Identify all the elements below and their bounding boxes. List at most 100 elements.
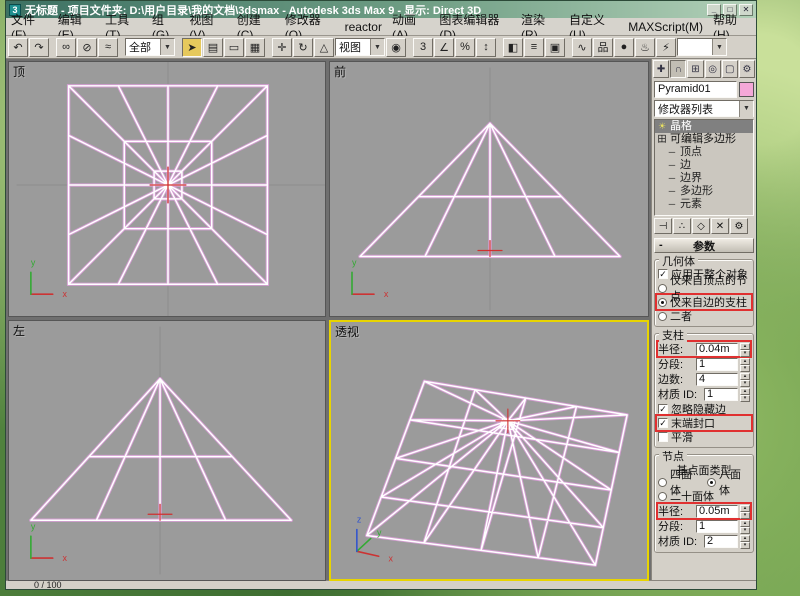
stack-item-6[interactable]: ─ 元素: [655, 198, 753, 211]
select-move-icon[interactable]: ✛: [272, 37, 292, 57]
spinner-up-down[interactable]: ▴ ▾: [740, 534, 750, 549]
quick-render-icon[interactable]: ⚡: [656, 37, 676, 57]
svg-text:x: x: [389, 553, 394, 563]
end-caps-checkbox[interactable]: ✓ 末端封口: [657, 416, 751, 430]
selection-set-dropdown[interactable]: 全部 ▼: [125, 38, 175, 56]
joint-matid-input[interactable]: 2: [704, 534, 738, 548]
octa-radio[interactable]: 八面体: [707, 469, 750, 497]
chevron-down-icon[interactable]: ▼: [370, 39, 384, 55]
tetra-radio[interactable]: 四面体: [658, 469, 701, 497]
chevron-down-icon[interactable]: ▼: [739, 100, 753, 117]
render-type-dropdown[interactable]: ▼: [677, 38, 727, 56]
object-name-input[interactable]: Pyramid01: [654, 81, 737, 98]
joints-group: 节点 基点面类型 四面体 八面体 二十面体 半径: 0.05m ▴ ▾ 分段: …: [654, 448, 754, 553]
modifier-stack: ☀ 晶格田可编辑多边形 ─ 顶点 ─ 边 ─ 边界 ─ 多边形 ─ 元素: [654, 119, 754, 216]
ref-coord-dropdown[interactable]: 视图 ▼: [335, 38, 385, 56]
ignore-hidden-edges-checkbox[interactable]: ✓ 忽略隐藏边: [657, 402, 751, 416]
strut-matid-input[interactable]: 1: [704, 387, 738, 401]
joint-segments-input[interactable]: 1: [696, 519, 738, 533]
stack-item-label: 边: [680, 159, 691, 171]
chevron-down-icon[interactable]: ▼: [160, 39, 174, 55]
bind-spacewarp-icon[interactable]: ≈: [98, 37, 118, 57]
viewport-left[interactable]: xy 左: [8, 320, 326, 581]
checkbox-label: 平滑: [671, 432, 693, 444]
rect-region-icon[interactable]: ▭: [224, 37, 244, 57]
smooth-checkbox[interactable]: 平滑: [657, 430, 751, 444]
render-scene-icon[interactable]: ♨: [635, 37, 655, 57]
stack-item-5[interactable]: ─ 多边形: [655, 185, 753, 198]
viewport-top[interactable]: xy 顶: [8, 61, 326, 317]
tab-display[interactable]: ▢: [721, 60, 738, 78]
strut-sides-input[interactable]: 4: [696, 372, 738, 386]
struts-only-radio[interactable]: 仅来自边的支柱: [657, 295, 751, 309]
select-rotate-icon[interactable]: ↻: [293, 37, 313, 57]
main-toolbar: ↶ ↷ ∞ ⊘ ≈ 全部 ▼ ➤ ▤ ▭ ▦ ✛ ↻ △ 视图 ▼ ◉ 3 ∠% ↕ ◧ ≡ ▣ ∿ 品 ● ♨ ⚡ ▼: [6, 36, 756, 59]
wireframe-front-view: xy: [351, 67, 622, 311]
redo-icon[interactable]: ↷: [29, 37, 49, 57]
stack-item-label: 边界: [680, 172, 702, 184]
spinner-up-down[interactable]: ▴ ▾: [740, 504, 750, 519]
use-center-icon[interactable]: ◉: [386, 37, 406, 57]
tab-create[interactable]: ✚: [653, 60, 670, 78]
pin-stack-button[interactable]: ⊣: [654, 218, 672, 234]
schematic-view-icon[interactable]: 品: [593, 37, 613, 57]
spinner-up-down[interactable]: ▴ ▾: [740, 372, 750, 387]
undo-icon[interactable]: ↶: [8, 37, 28, 57]
checkbox-icon: ✓: [658, 404, 668, 414]
radio-icon: [658, 311, 667, 321]
viewport-perspective[interactable]: x y z 透视: [329, 320, 649, 581]
show-end-result-button[interactable]: ∴: [673, 218, 691, 234]
chevron-down-icon[interactable]: ▼: [712, 39, 726, 55]
joints-only-radio[interactable]: 仅来自顶点的节点: [657, 275, 751, 303]
frame-indicator[interactable]: 0 / 100: [34, 580, 62, 590]
stack-item-1[interactable]: 田可编辑多边形: [655, 133, 753, 146]
stack-item-3[interactable]: ─ 边: [655, 159, 753, 172]
stack-item-0[interactable]: ☀ 晶格: [655, 120, 753, 133]
spinner-up-down[interactable]: ▴ ▾: [740, 342, 750, 357]
joint-radius-input[interactable]: 0.05m: [696, 504, 738, 518]
status-bar: 0 / 100: [6, 580, 756, 590]
spinner-up-down[interactable]: ▴ ▾: [740, 387, 750, 402]
spinner-up-down[interactable]: ▴ ▾: [740, 519, 750, 534]
crossing-icon[interactable]: ▦: [245, 37, 265, 57]
angle-snap-icon[interactable]: ∠: [434, 37, 454, 57]
select-link-icon[interactable]: ∞: [56, 37, 76, 57]
tab-utilities[interactable]: ⚙: [738, 60, 756, 78]
spinner-up-down[interactable]: ▴ ▾: [740, 357, 750, 372]
mirror-icon[interactable]: ◧: [503, 37, 523, 57]
object-color-swatch[interactable]: [739, 82, 754, 97]
viewport-label-front[interactable]: 前: [334, 63, 346, 80]
toolbar-separator: [407, 38, 412, 57]
tab-hierarchy[interactable]: ⊞: [687, 60, 704, 78]
strut-radius-input[interactable]: 0.04m: [696, 342, 738, 356]
viewport-label-perspective[interactable]: 透视: [335, 323, 359, 340]
menu-item-12[interactable]: MAXScript(M): [623, 19, 708, 35]
percent-snap-icon[interactable]: %: [455, 37, 475, 57]
stack-item-4[interactable]: ─ 边界: [655, 172, 753, 185]
material-editor-icon[interactable]: ●: [614, 37, 634, 57]
tab-modify[interactable]: ∩: [670, 60, 687, 78]
strut-segments-input[interactable]: 1: [696, 357, 738, 371]
select-scale-icon[interactable]: △: [314, 37, 334, 57]
rollout-parameters[interactable]: - 参数: [654, 238, 754, 253]
spinner-snap-icon[interactable]: ↕: [476, 37, 496, 57]
tab-motion[interactable]: ◎: [704, 60, 721, 78]
toolbar-separator: [176, 38, 181, 57]
layer-manager-icon[interactable]: ▣: [545, 37, 565, 57]
unlink-icon[interactable]: ⊘: [77, 37, 97, 57]
viewport-front[interactable]: xy 前: [329, 61, 649, 317]
modifier-list-dropdown[interactable]: 修改器列表 ▼: [654, 100, 754, 117]
snap-3d-icon[interactable]: 3: [413, 37, 433, 57]
remove-modifier-button[interactable]: ✕: [711, 218, 729, 234]
select-by-name-icon[interactable]: ▤: [203, 37, 223, 57]
stack-item-2[interactable]: ─ 顶点: [655, 146, 753, 159]
viewport-label-left[interactable]: 左: [13, 322, 25, 339]
make-unique-button[interactable]: ◇: [692, 218, 710, 234]
select-object-icon[interactable]: ➤: [182, 37, 202, 57]
configure-modifier-button[interactable]: ⚙: [730, 218, 748, 234]
curve-editor-icon[interactable]: ∿: [572, 37, 592, 57]
both-radio[interactable]: 二者: [657, 309, 751, 323]
viewport-label-top[interactable]: 顶: [13, 63, 25, 80]
align-icon[interactable]: ≡: [524, 37, 544, 57]
menu-item-7[interactable]: reactor: [340, 19, 387, 35]
